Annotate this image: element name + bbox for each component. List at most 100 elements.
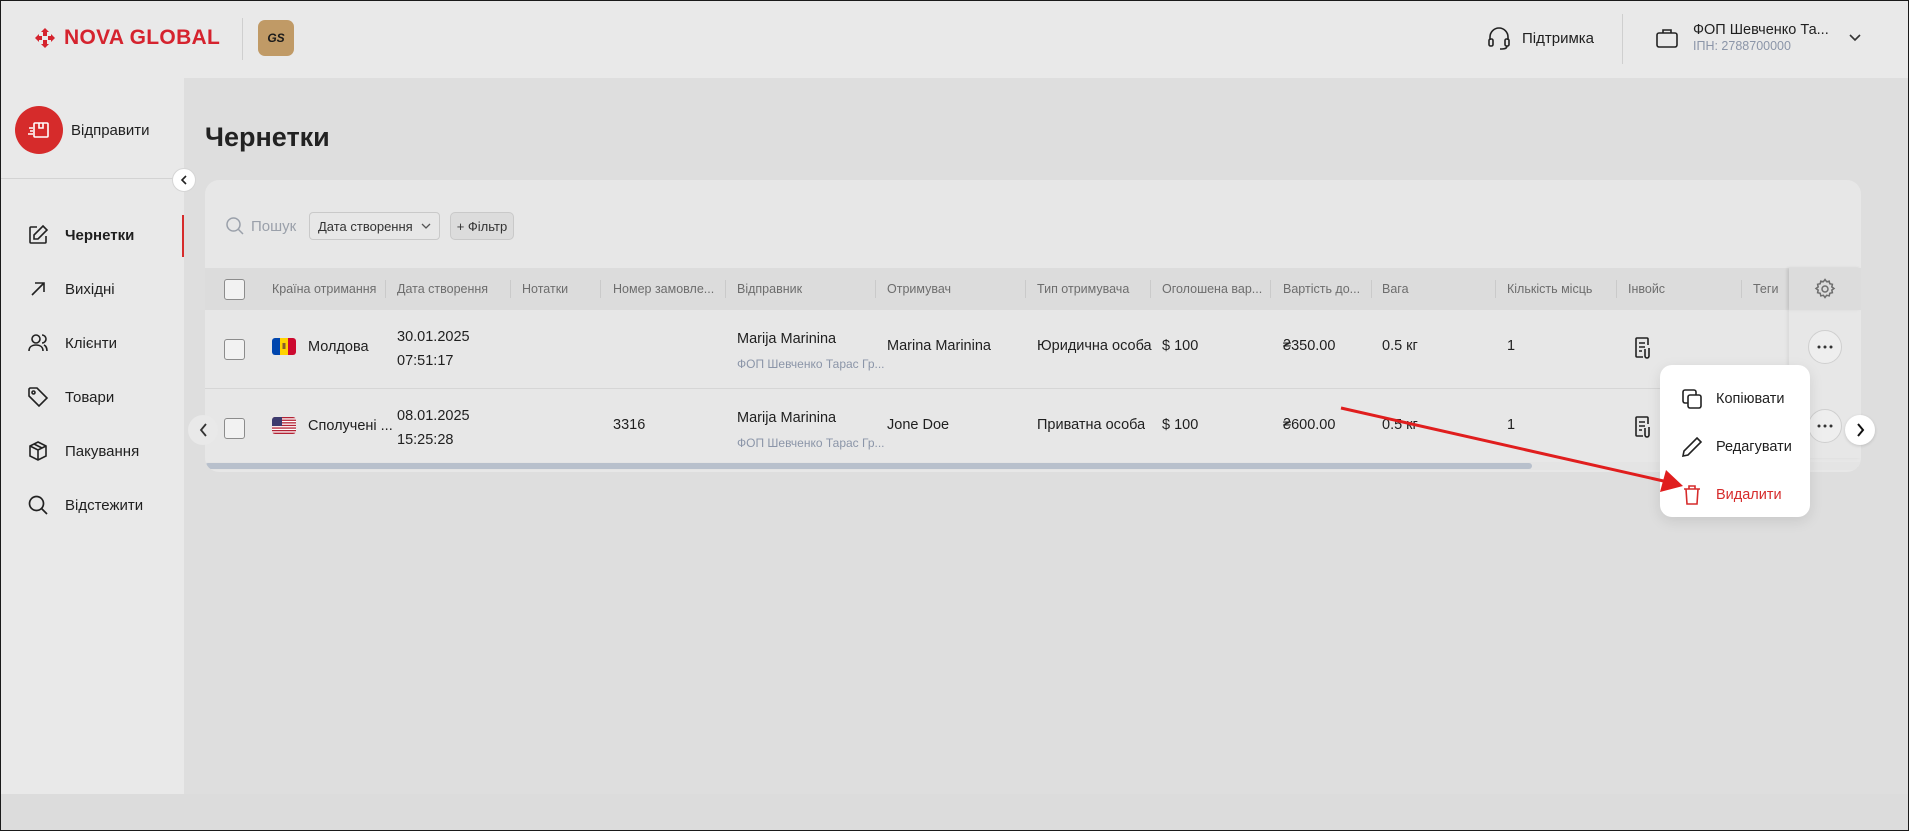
sidebar-item-label: Чернетки	[65, 226, 135, 244]
sidebar-item-label: Відстежити	[65, 496, 144, 514]
column-separator[interactable]	[1616, 280, 1617, 298]
column-header[interactable]: Дата створення	[397, 268, 497, 310]
logo-text: NOVA GLOBAL	[64, 26, 221, 49]
tag-icon	[28, 387, 49, 408]
table-row[interactable]: Молдова 30.01.2025 07:51:17 Marija Marin…	[205, 310, 1861, 389]
row-select-cell	[224, 339, 245, 360]
column-separator[interactable]	[875, 280, 876, 298]
page-title: Чернетки	[205, 122, 330, 152]
sidebar-item-clients[interactable]: Клієнти	[0, 316, 184, 370]
account-switcher[interactable]: ФОП Шевченко Та... ІПН: 2788700000	[1655, 22, 1861, 54]
menu-item-label: Копіювати	[1716, 391, 1785, 407]
row-more-button[interactable]	[1808, 409, 1842, 443]
gear-icon	[1814, 278, 1836, 299]
column-separator[interactable]	[385, 280, 386, 298]
created-date: 08.01.2025	[397, 408, 470, 424]
column-header[interactable]: Номер замовле...	[613, 268, 715, 310]
column-header[interactable]: Тип отримувача	[1037, 268, 1137, 310]
column-header[interactable]: Кількість місць	[1507, 268, 1607, 310]
logo-divider	[242, 18, 243, 60]
column-header[interactable]: Теги	[1753, 268, 1793, 310]
drafts-table-panel: Дата створення + Фільтр Країна отримання…	[205, 180, 1861, 472]
menu-item-copy[interactable]: Копіювати	[1660, 375, 1810, 423]
support-link[interactable]: Підтримка	[1486, 25, 1594, 51]
column-separator[interactable]	[1741, 280, 1742, 298]
column-separator[interactable]	[510, 280, 511, 298]
table-row[interactable]: Сполучені ... 08.01.2025 15:25:28 3316 M…	[205, 389, 1861, 468]
main-content: Чернетки Дата створення + Фільтр	[184, 78, 1909, 794]
trash-icon	[1684, 485, 1700, 505]
sidebar: Відправити Чернетки Вихідні Клієнти Това…	[0, 78, 184, 794]
column-header[interactable]: Нотатки	[522, 268, 582, 310]
chevron-left-icon	[180, 175, 187, 185]
company-badge-text: GS	[267, 31, 285, 45]
column-separator[interactable]	[1371, 280, 1372, 298]
places-cell: 1	[1507, 417, 1516, 433]
sender-cell: Marija Marinina ФОП Шевченко Тарас Гр...	[737, 399, 887, 459]
arrow-up-right-icon	[31, 282, 45, 296]
sidebar-item-label: Товари	[65, 388, 115, 406]
menu-item-label: Редагувати	[1716, 439, 1792, 455]
column-separator[interactable]	[1150, 280, 1151, 298]
recipient-cell: Marina Marinina	[887, 338, 991, 354]
invoice-icon[interactable]	[1633, 415, 1655, 439]
menu-item-delete[interactable]: Видалити	[1660, 471, 1810, 519]
column-header[interactable]: Країна отримання	[272, 268, 382, 310]
declared-value-cell: $ 100	[1162, 417, 1199, 433]
sender-name: Marija Marinina	[737, 410, 837, 426]
select-all-cell	[224, 268, 245, 310]
account-info: ФОП Шевченко Та... ІПН: 2788700000	[1693, 22, 1829, 54]
sidebar-item-outgoing[interactable]: Вихідні	[0, 262, 184, 316]
more-dots-icon	[1817, 345, 1833, 349]
sidebar-item-packaging[interactable]: Пакування	[0, 424, 184, 478]
column-separator[interactable]	[1495, 280, 1496, 298]
column-header[interactable]: Отримувач	[887, 268, 987, 310]
column-separator[interactable]	[600, 280, 601, 298]
send-button[interactable]: Відправити	[15, 106, 150, 154]
column-header[interactable]: Оголошена вар...	[1162, 268, 1264, 310]
horizontal-scrollbar-thumb[interactable]	[205, 463, 1532, 469]
table-header: Країна отримання Дата створення Нотатки …	[205, 268, 1861, 310]
column-header[interactable]: Вартість до...	[1283, 268, 1363, 310]
row-checkbox[interactable]	[224, 418, 245, 439]
nova-logo-icon	[35, 28, 55, 48]
sidebar-item-products[interactable]: Товари	[0, 370, 184, 424]
chevron-down-icon[interactable]	[1849, 34, 1861, 42]
table-settings-button[interactable]	[1789, 268, 1861, 310]
sidebar-collapse-button[interactable]	[172, 168, 196, 192]
column-header[interactable]: Відправник	[737, 268, 837, 310]
search-box[interactable]	[225, 216, 299, 236]
recipient-type-cell: Юридична особа	[1037, 338, 1152, 354]
top-header: NOVA GLOBAL GS Підтримка ФОП Шевченко Та…	[0, 0, 1909, 78]
select-all-checkbox[interactable]	[224, 278, 245, 300]
row-context-menu: Копіювати Редагувати Видалити	[1660, 365, 1810, 517]
scroll-left-button[interactable]	[188, 415, 218, 445]
add-filter-button[interactable]: + Фільтр	[449, 212, 515, 240]
invoice-icon[interactable]	[1633, 336, 1655, 360]
row-more-button[interactable]	[1808, 330, 1842, 364]
scroll-right-button[interactable]	[1845, 415, 1875, 445]
created-date-cell: 08.01.2025 15:25:28	[397, 398, 470, 458]
column-separator[interactable]	[1025, 280, 1026, 298]
sidebar-item-track[interactable]: Відстежити	[0, 478, 184, 532]
brand-logo[interactable]: NOVA GLOBAL	[34, 26, 220, 50]
more-dots-icon	[1817, 424, 1833, 428]
column-separator[interactable]	[725, 280, 726, 298]
weight-cell: 0.5 кг	[1382, 417, 1418, 433]
column-header[interactable]: Вага	[1382, 268, 1442, 310]
column-header[interactable]: Інвойс	[1628, 268, 1688, 310]
delivery-cost-cell: ₴350.00	[1283, 338, 1336, 354]
menu-item-edit[interactable]: Редагувати	[1660, 423, 1810, 471]
column-separator[interactable]	[1270, 280, 1271, 298]
header-divider	[1622, 14, 1623, 64]
menu-item-label: Видалити	[1716, 487, 1782, 503]
row-checkbox[interactable]	[224, 339, 245, 360]
chevron-down-icon	[421, 223, 431, 229]
send-label: Відправити	[71, 121, 150, 139]
company-badge[interactable]: GS	[258, 20, 294, 56]
sidebar-item-drafts[interactable]: Чернетки	[0, 208, 184, 262]
date-sort-select[interactable]: Дата створення	[309, 212, 440, 240]
moldova-flag-icon	[272, 338, 296, 355]
add-filter-label: + Фільтр	[456, 218, 508, 234]
search-input[interactable]	[251, 217, 299, 235]
